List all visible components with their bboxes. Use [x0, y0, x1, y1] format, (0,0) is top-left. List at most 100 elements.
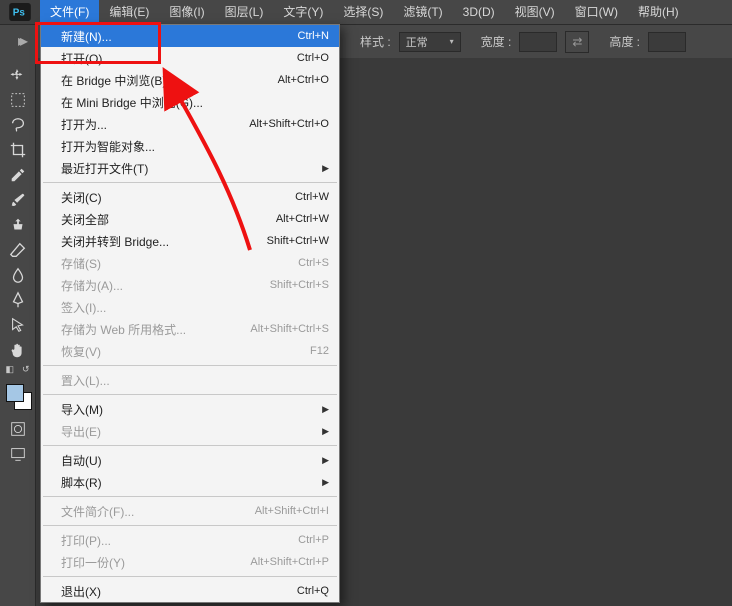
menu-item-shortcut: Alt+Ctrl+O — [278, 74, 329, 86]
blur-tool[interactable] — [3, 262, 33, 287]
menu-item: 存储(S)Ctrl+S — [41, 252, 339, 274]
menu-item-label: 新建(N)... — [61, 28, 298, 45]
menu-item-label: 签入(I)... — [61, 299, 329, 316]
color-swatches[interactable] — [4, 382, 32, 410]
menu-item-label: 存储(S) — [61, 255, 298, 272]
style-select[interactable]: 正常 ▾ — [399, 32, 461, 52]
lasso-tool[interactable] — [3, 112, 33, 137]
height-label: 高度 : — [609, 33, 640, 50]
menu-3d[interactable]: 3D(D) — [453, 0, 505, 24]
menu-item-label: 存储为(A)... — [61, 277, 270, 294]
menu-item-label: 打印(P)... — [61, 532, 298, 549]
menu-item[interactable]: 新建(N)...Ctrl+N — [41, 25, 339, 47]
menu-separator — [43, 182, 337, 183]
menu-选择[interactable]: 选择(S) — [333, 0, 393, 24]
width-label: 宽度 : — [481, 33, 512, 50]
menu-item-shortcut: Shift+Ctrl+S — [270, 279, 329, 291]
menu-视图[interactable]: 视图(V) — [505, 0, 565, 24]
menu-item: 导出(E)▶ — [41, 420, 339, 442]
menu-滤镜[interactable]: 滤镜(T) — [393, 0, 452, 24]
menu-图层[interactable]: 图层(L) — [215, 0, 274, 24]
screen-mode-toggle[interactable] — [3, 441, 33, 466]
menu-item[interactable]: 退出(X)Ctrl+Q — [41, 580, 339, 602]
menu-item-label: 文件简介(F)... — [61, 503, 255, 520]
menu-separator — [43, 576, 337, 577]
menubar: Ps 文件(F)编辑(E)图像(I)图层(L)文字(Y)选择(S)滤镜(T)3D… — [0, 0, 732, 24]
menu-文字[interactable]: 文字(Y) — [273, 0, 333, 24]
menu-item[interactable]: 导入(M)▶ — [41, 398, 339, 420]
menu-item: 存储为(A)...Shift+Ctrl+S — [41, 274, 339, 296]
submenu-arrow-icon: ▶ — [314, 426, 329, 437]
menu-item: 文件简介(F)...Alt+Shift+Ctrl+I — [41, 500, 339, 522]
menu-图像[interactable]: 图像(I) — [159, 0, 214, 24]
menu-文件[interactable]: 文件(F) — [40, 0, 99, 24]
menu-item[interactable]: 自动(U)▶ — [41, 449, 339, 471]
menu-item[interactable]: 打开为智能对象... — [41, 135, 339, 157]
menu-item-label: 最近打开文件(T) — [61, 160, 314, 177]
menu-item-shortcut: Alt+Shift+Ctrl+O — [249, 118, 329, 130]
brush-tool[interactable] — [3, 187, 33, 212]
menu-item-label: 恢复(V) — [61, 343, 310, 360]
menu-separator — [43, 394, 337, 395]
menu-item[interactable]: 关闭并转到 Bridge...Shift+Ctrl+W — [41, 230, 339, 252]
menu-item-label: 在 Bridge 中浏览(B)... — [61, 72, 278, 89]
swatch-reset-icon[interactable]: ◧↺ — [4, 362, 32, 376]
menu-item: 恢复(V)F12 — [41, 340, 339, 362]
menu-item[interactable]: 打开为...Alt+Shift+Ctrl+O — [41, 113, 339, 135]
menu-item[interactable]: 打开(O)...Ctrl+O — [41, 47, 339, 69]
svg-text:Ps: Ps — [13, 8, 26, 19]
menu-item-label: 导入(M) — [61, 401, 314, 418]
foreground-swatch[interactable] — [6, 384, 24, 402]
menu-item[interactable]: 在 Mini Bridge 中浏览(G)... — [41, 91, 339, 113]
menu-item[interactable]: 关闭(C)Ctrl+W — [41, 186, 339, 208]
menu-item[interactable]: 最近打开文件(T)▶ — [41, 157, 339, 179]
eyedropper-tool[interactable] — [3, 162, 33, 187]
menu-item-shortcut: Ctrl+O — [297, 52, 329, 64]
chevron-down-icon: ▾ — [450, 37, 454, 46]
submenu-arrow-icon: ▶ — [314, 163, 329, 174]
marquee-tool[interactable] — [3, 87, 33, 112]
move-tool[interactable] — [3, 62, 33, 87]
menu-编辑[interactable]: 编辑(E) — [99, 0, 159, 24]
quick-mask-toggle[interactable] — [3, 416, 33, 441]
menu-item-label: 置入(L)... — [61, 372, 329, 389]
menu-item: 置入(L)... — [41, 369, 339, 391]
width-field[interactable] — [519, 32, 557, 52]
menu-item[interactable]: 关闭全部Alt+Ctrl+W — [41, 208, 339, 230]
swap-wh-button[interactable]: ⇄ — [565, 31, 589, 53]
menu-item-label: 关闭全部 — [61, 211, 276, 228]
pen-tool[interactable] — [3, 287, 33, 312]
hand-tool[interactable] — [3, 337, 33, 362]
clone-stamp-tool[interactable] — [3, 212, 33, 237]
menu-item-shortcut: Alt+Shift+Ctrl+I — [255, 505, 329, 517]
menu-item[interactable]: 在 Bridge 中浏览(B)...Alt+Ctrl+O — [41, 69, 339, 91]
menu-item-label: 打开为智能对象... — [61, 138, 329, 155]
menu-separator — [43, 496, 337, 497]
menu-separator — [43, 445, 337, 446]
menu-item-shortcut: Alt+Ctrl+W — [276, 213, 329, 225]
eraser-tool[interactable] — [3, 237, 33, 262]
menu-item[interactable]: 脚本(R)▶ — [41, 471, 339, 493]
collapse-tabs-icon[interactable]: ▸▸ — [0, 24, 40, 58]
height-field[interactable] — [648, 32, 686, 52]
menu-item-label: 退出(X) — [61, 583, 297, 600]
submenu-arrow-icon: ▶ — [314, 455, 329, 466]
menu-item-label: 打开(O)... — [61, 50, 297, 67]
menu-item-label: 在 Mini Bridge 中浏览(G)... — [61, 94, 329, 111]
menu-item-shortcut: Ctrl+W — [295, 191, 329, 203]
menu-item-shortcut: Alt+Shift+Ctrl+P — [250, 556, 329, 568]
menu-item-shortcut: Ctrl+P — [298, 534, 329, 546]
menu-item-label: 打开为... — [61, 116, 249, 133]
menu-item-label: 关闭(C) — [61, 189, 295, 206]
menu-item-label: 导出(E) — [61, 423, 314, 440]
menu-item-shortcut: Shift+Ctrl+W — [267, 235, 329, 247]
menu-item-shortcut: Ctrl+Q — [297, 585, 329, 597]
menu-窗口[interactable]: 窗口(W) — [565, 0, 628, 24]
menu-item: 打印(P)...Ctrl+P — [41, 529, 339, 551]
submenu-arrow-icon: ▶ — [314, 404, 329, 415]
path-select-tool[interactable] — [3, 312, 33, 337]
menu-separator — [43, 525, 337, 526]
app-logo: Ps — [0, 0, 40, 24]
crop-tool[interactable] — [3, 137, 33, 162]
menu-帮助[interactable]: 帮助(H) — [628, 0, 689, 24]
